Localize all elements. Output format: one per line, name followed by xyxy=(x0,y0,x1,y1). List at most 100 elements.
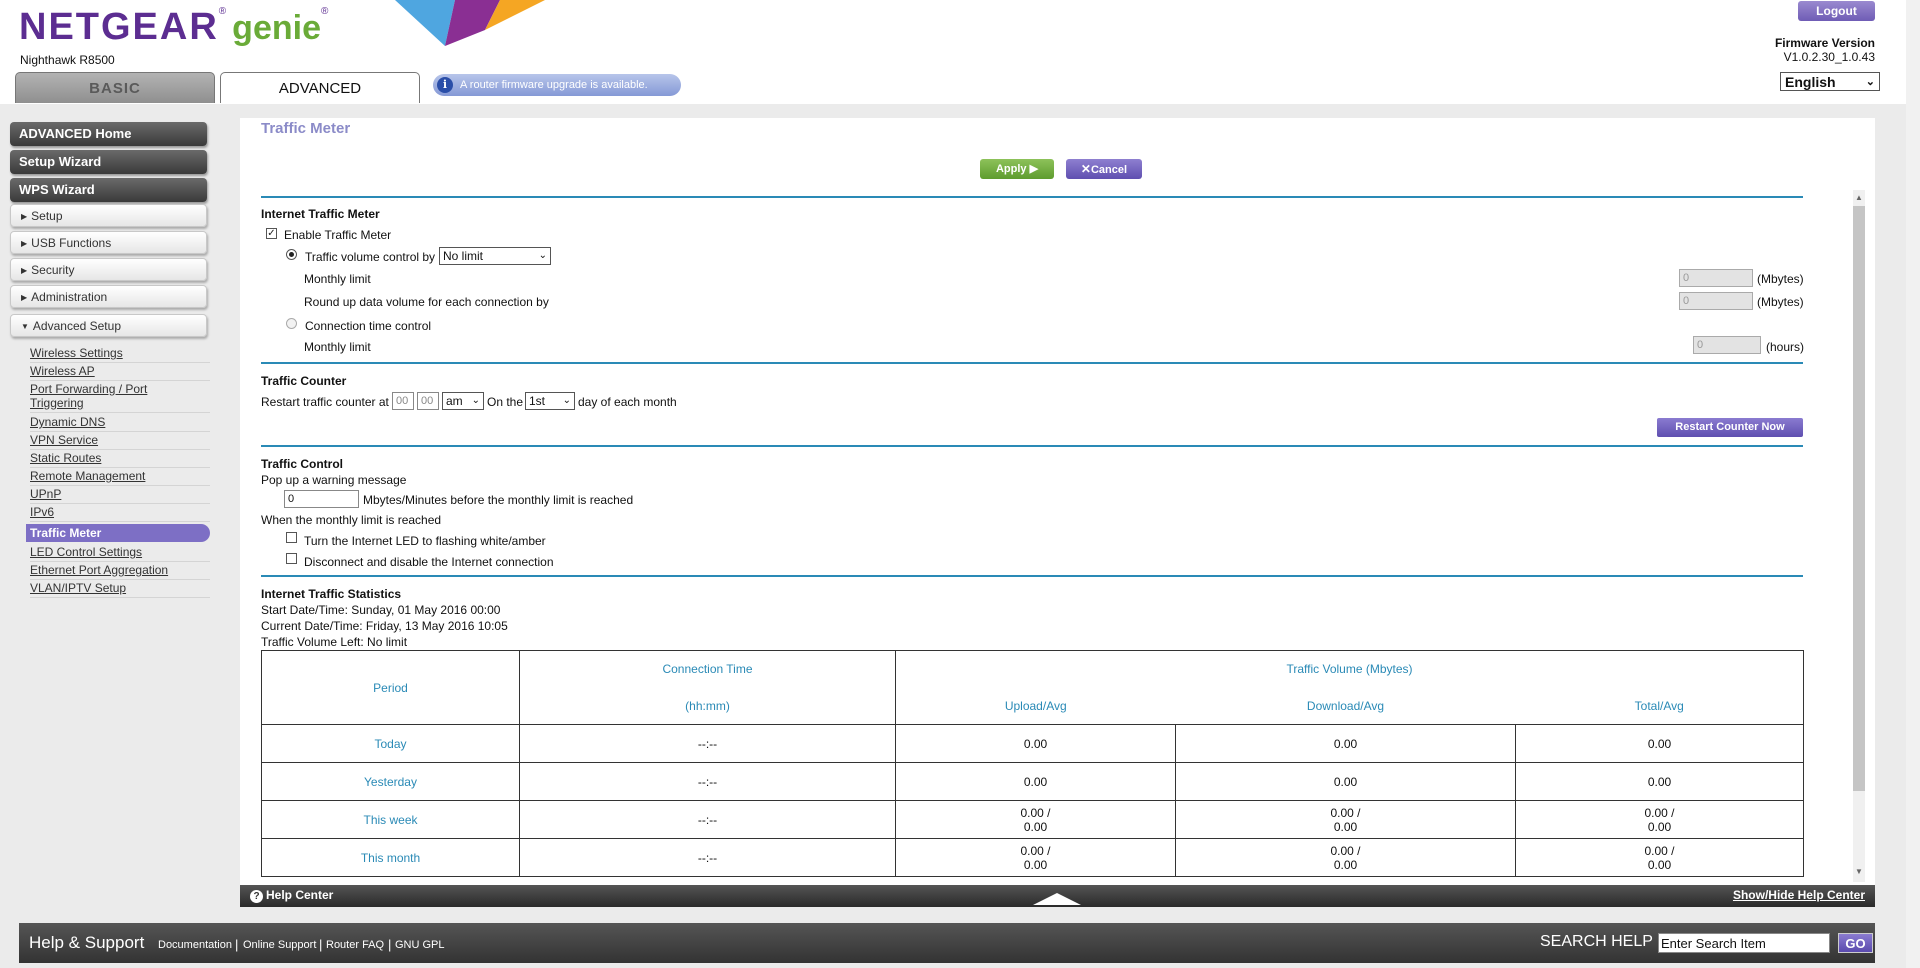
menu-label: Administration xyxy=(31,290,108,304)
period-cell: This month xyxy=(261,838,520,877)
expand-help-icon[interactable] xyxy=(1033,893,1081,905)
download-value: 0.00 / xyxy=(1330,805,1361,820)
internet-traffic-meter-title: Internet Traffic Meter xyxy=(261,207,380,221)
search-go-button[interactable]: GO xyxy=(1838,933,1873,953)
scroll-down-icon[interactable]: ▼ xyxy=(1853,866,1865,878)
table-row: Yesterday --:-- 0.00 0.00 0.00 xyxy=(261,762,1805,801)
statistics-title: Internet Traffic Statistics xyxy=(261,587,402,601)
sidebar-item-upnp[interactable]: UPnP xyxy=(30,486,210,504)
when-reached-label: When the monthly limit is reached xyxy=(261,513,442,527)
language-select[interactable]: English ⌄ xyxy=(1780,72,1880,91)
menu-security[interactable]: ▶ Security xyxy=(10,258,207,281)
footer-link-online-support[interactable]: Online Support xyxy=(243,939,316,951)
wps-wizard-button[interactable]: WPS Wizard xyxy=(10,178,207,202)
apply-button[interactable]: Apply ▶ xyxy=(980,159,1054,179)
cancel-button[interactable]: ✕Cancel xyxy=(1066,159,1142,179)
day-suffix-label: day of each month xyxy=(578,395,677,409)
header-upload: Upload/Avg xyxy=(895,687,1176,725)
sidebar-item-wireless-settings[interactable]: Wireless Settings xyxy=(30,345,210,363)
sidebar-item-vpn-service[interactable]: VPN Service xyxy=(30,432,210,450)
menu-advanced-setup[interactable]: ▼ Advanced Setup xyxy=(10,314,207,337)
sidebar-item-traffic-meter[interactable]: Traffic Meter xyxy=(26,524,210,542)
volume-control-radio[interactable] xyxy=(286,249,297,260)
sidebar-item-static-routes[interactable]: Static Routes xyxy=(30,450,210,468)
download-avg: 0.00 xyxy=(1333,857,1358,872)
section-divider xyxy=(261,362,1803,364)
footer-link-documentation[interactable]: Documentation xyxy=(158,939,232,951)
sidebar-item-vlan-iptv[interactable]: VLAN/IPTV Setup xyxy=(30,580,210,598)
on-the-label: On the xyxy=(487,395,524,409)
help-center-label: Help Center xyxy=(266,888,334,902)
sidebar-item-led-control[interactable]: LED Control Settings xyxy=(30,544,210,562)
help-center-link[interactable]: ? Help Center xyxy=(250,888,333,903)
footer-separator: | xyxy=(388,937,392,952)
led-flash-checkbox[interactable] xyxy=(286,532,297,543)
firmware-upgrade-notice[interactable]: i A router firmware upgrade is available… xyxy=(433,74,681,96)
firmware-version-label: Firmware Version xyxy=(1774,36,1875,50)
menu-usb-functions[interactable]: ▶ USB Functions xyxy=(10,231,207,254)
download-avg: 0.00 xyxy=(1333,819,1358,834)
sidebar-item-dynamic-dns[interactable]: Dynamic DNS xyxy=(30,414,210,432)
enable-traffic-meter-label: Enable Traffic Meter xyxy=(284,228,392,242)
download-cell: 0.00 xyxy=(1175,762,1516,801)
round-up-unit: (Mbytes) xyxy=(1757,295,1804,309)
popup-warning-suffix: Mbytes/Minutes before the monthly limit … xyxy=(363,493,634,507)
close-icon: ✕ xyxy=(1080,162,1091,176)
logout-button[interactable]: Logout xyxy=(1798,1,1875,21)
firmware-notice-text: A router firmware upgrade is available. xyxy=(460,79,648,91)
download-cell: 0.00 /0.00 xyxy=(1175,838,1516,877)
disconnect-checkbox[interactable] xyxy=(286,553,297,564)
restart-counter-now-button[interactable]: Restart Counter Now xyxy=(1657,418,1803,437)
period-cell: Yesterday xyxy=(261,762,520,801)
advanced-home-button[interactable]: ADVANCED Home xyxy=(10,122,207,146)
upload-cell: 0.00 /0.00 xyxy=(895,838,1176,877)
sidebar-item-ethernet-port-aggregation[interactable]: Ethernet Port Aggregation xyxy=(30,562,210,580)
header-period: Period xyxy=(261,650,520,725)
upload-avg: 0.00 xyxy=(1023,819,1048,834)
enable-traffic-meter-checkbox[interactable]: ✓ xyxy=(266,228,277,239)
scroll-up-icon[interactable]: ▲ xyxy=(1853,192,1865,204)
upload-cell: 0.00 xyxy=(895,762,1176,801)
restart-minute-input[interactable]: 00 xyxy=(417,392,439,410)
restart-hour-input[interactable]: 00 xyxy=(392,392,414,410)
chevron-down-icon: ⌄ xyxy=(562,395,571,406)
content-scrollbar-thumb[interactable] xyxy=(1853,206,1865,791)
window-scrollbar[interactable] xyxy=(1906,0,1920,968)
sidebar-item-ipv6[interactable]: IPv6 xyxy=(30,504,210,522)
restart-ampm-select[interactable]: am ⌄ xyxy=(442,392,484,410)
popup-warning-input[interactable]: 0 xyxy=(284,490,359,508)
menu-administration[interactable]: ▶ Administration xyxy=(10,285,207,308)
sidebar-item-remote-management[interactable]: Remote Management xyxy=(30,468,210,486)
period-cell: This week xyxy=(261,800,520,839)
ampm-value: am xyxy=(446,394,463,408)
total-cell: 0.00 /0.00 xyxy=(1514,800,1805,839)
restart-day-select[interactable]: 1st ⌄ xyxy=(525,392,575,410)
volume-control-value: No limit xyxy=(443,249,484,263)
search-help-input[interactable]: Enter Search Item xyxy=(1658,933,1830,953)
show-hide-help-link[interactable]: Show/Hide Help Center xyxy=(1733,888,1865,902)
section-divider xyxy=(261,196,1803,198)
traffic-statistics-table: Period Connection Time Traffic Volume (M… xyxy=(261,650,1805,877)
upload-cell: 0.00 xyxy=(895,724,1176,763)
menu-label: Advanced Setup xyxy=(32,319,121,333)
page-title: Traffic Meter xyxy=(261,120,351,137)
total-avg: 0.00 xyxy=(1647,819,1672,834)
tab-basic[interactable]: BASIC xyxy=(15,72,215,103)
section-divider xyxy=(261,575,1803,577)
footer-link-router-faq[interactable]: Router FAQ xyxy=(326,939,384,951)
footer-link-gnu-gpl[interactable]: GNU GPL xyxy=(395,939,445,951)
time-cell: --:-- xyxy=(519,762,896,801)
volume-control-select[interactable]: No limit ⌄ xyxy=(439,247,551,265)
round-up-input[interactable]: 0 xyxy=(1679,292,1753,310)
time-unit: (hours) xyxy=(1766,340,1805,354)
setup-wizard-button[interactable]: Setup Wizard xyxy=(10,150,207,174)
time-monthly-limit-input[interactable]: 0 xyxy=(1693,336,1761,354)
time-control-radio[interactable] xyxy=(286,318,297,329)
time-cell: --:-- xyxy=(519,838,896,877)
menu-setup[interactable]: ▶ Setup xyxy=(10,204,207,227)
sidebar-item-wireless-ap[interactable]: Wireless AP xyxy=(30,363,210,381)
monthly-limit-input[interactable]: 0 xyxy=(1679,269,1753,287)
tab-advanced[interactable]: ADVANCED xyxy=(220,72,420,103)
popup-warning-label: Pop up a warning message xyxy=(261,473,407,487)
sidebar-item-port-forwarding-line2[interactable]: Triggering xyxy=(30,395,210,413)
